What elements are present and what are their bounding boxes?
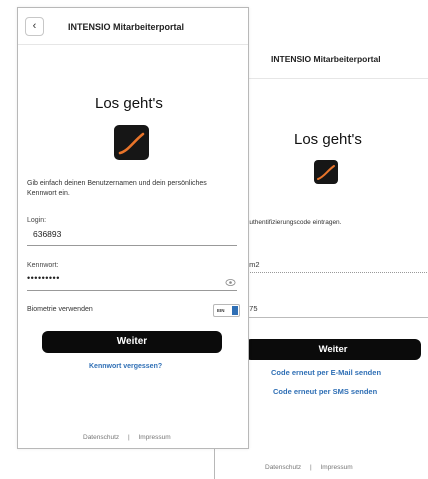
imprint-link[interactable]: Impressum xyxy=(138,434,170,441)
continue-button[interactable]: Weiter xyxy=(245,339,421,360)
toggle-knob xyxy=(232,306,238,315)
continue-button[interactable]: Weiter xyxy=(42,331,222,353)
eye-icon[interactable] xyxy=(225,275,236,286)
intro-text: Gib einfach deinen Benutzernamen und dei… xyxy=(27,180,207,197)
field-divider xyxy=(245,317,428,318)
footer-separator: | xyxy=(127,434,130,441)
password-label: Kennwort: xyxy=(27,262,59,269)
chevron-left-icon: ‹ xyxy=(32,20,37,32)
biometrics-label: Biometrie verwenden xyxy=(27,306,93,313)
imprint-link[interactable]: Impressum xyxy=(320,464,352,471)
biometrics-toggle[interactable]: EIN xyxy=(213,304,240,317)
app-logo xyxy=(114,125,149,160)
login-underline xyxy=(27,245,237,246)
login-input[interactable]: 636893 xyxy=(33,229,61,239)
privacy-link[interactable]: Datenschutz xyxy=(265,464,301,471)
header: ‹ INTENSIO Mitarbeiterportal xyxy=(18,8,248,45)
privacy-link[interactable]: Datenschutz xyxy=(83,434,119,441)
header-title: INTENSIO Mitarbeiterportal xyxy=(271,54,381,64)
page-heading: Los geht's xyxy=(294,131,362,148)
resend-email-link[interactable]: Code erneut per E-Mail senden xyxy=(271,368,381,377)
back-button[interactable]: ‹ xyxy=(25,17,44,36)
login-screen: ‹ INTENSIO Mitarbeiterportal Los geht's … xyxy=(17,7,249,449)
page-heading: Los geht's xyxy=(95,95,163,112)
toggle-state-text: EIN xyxy=(217,308,225,313)
instruction-text: Authentifizierungscode eintragen. xyxy=(245,219,342,226)
password-underline xyxy=(27,290,237,291)
header-title: INTENSIO Mitarbeiterportal xyxy=(68,22,185,32)
footer-separator: | xyxy=(309,464,312,471)
password-input[interactable]: ••••••••• xyxy=(27,273,60,283)
login-label: Login: xyxy=(27,217,47,224)
field-divider xyxy=(245,272,428,273)
app-logo xyxy=(314,160,338,184)
forgot-password-link[interactable]: Kennwort vergessen? xyxy=(89,363,162,370)
footer: Datenschutz | Impressum xyxy=(265,464,353,471)
footer: Datenschutz | Impressum xyxy=(83,434,171,441)
resend-sms-link[interactable]: Code erneut per SMS senden xyxy=(273,387,377,396)
